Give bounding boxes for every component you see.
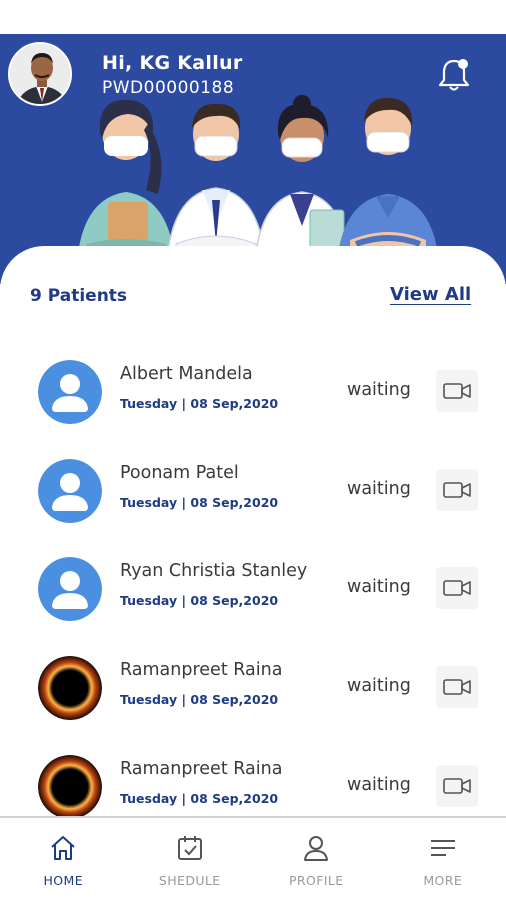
status-text: waiting bbox=[347, 676, 411, 696]
nav-item-home[interactable]: HOME bbox=[0, 818, 127, 900]
default-user-icon bbox=[38, 557, 102, 621]
eclipse-avatar-photo bbox=[38, 656, 102, 720]
notification-bell-icon[interactable] bbox=[436, 56, 472, 94]
video-call-icon[interactable] bbox=[436, 567, 478, 609]
video-call-icon[interactable] bbox=[436, 666, 478, 708]
appointment-date: Tuesday | 08 Sep,2020 bbox=[120, 396, 279, 411]
nav-label-home: HOME bbox=[43, 873, 84, 888]
patient-count: 9 Patients bbox=[30, 286, 128, 306]
video-call-icon[interactable] bbox=[436, 765, 478, 807]
status-text: waiting bbox=[347, 577, 411, 597]
video-call-icon[interactable] bbox=[436, 370, 478, 412]
nav-item-profile[interactable]: PROFILE bbox=[253, 818, 380, 900]
patient-row[interactable]: Ramanpreet Raina Tuesday | 08 Sep,2020 w… bbox=[0, 745, 506, 816]
home-icon bbox=[47, 832, 79, 864]
nav-item-schedule[interactable]: SHEDULE bbox=[127, 818, 254, 900]
patients-panel: 9 Patients View All Albert Mandela Tuesd… bbox=[0, 246, 506, 816]
nav-label-profile: PROFILE bbox=[288, 873, 344, 888]
video-call-icon[interactable] bbox=[436, 469, 478, 511]
status-text: waiting bbox=[347, 380, 411, 400]
patient-name: Ramanpreet Raina bbox=[120, 660, 283, 680]
nav-label-schedule: SHEDULE bbox=[158, 873, 221, 888]
status-text: waiting bbox=[347, 479, 411, 499]
profile-icon bbox=[300, 832, 332, 864]
status-bar bbox=[0, 0, 506, 34]
default-user-icon bbox=[38, 459, 102, 523]
nav-label-more: MORE bbox=[423, 873, 463, 888]
appointment-date: Tuesday | 08 Sep,2020 bbox=[120, 495, 279, 510]
appointment-date: Tuesday | 08 Sep,2020 bbox=[120, 692, 279, 707]
eclipse-avatar-photo bbox=[38, 755, 102, 816]
appointment-date: Tuesday | 08 Sep,2020 bbox=[120, 593, 279, 608]
patient-row[interactable]: Albert Mandela Tuesday | 08 Sep,2020 wai… bbox=[0, 350, 506, 430]
patient-row[interactable]: Poonam Patel Tuesday | 08 Sep,2020 waiti… bbox=[0, 449, 506, 529]
patient-name: Ryan Christia Stanley bbox=[120, 561, 308, 581]
nav-item-more[interactable]: MORE bbox=[380, 818, 506, 900]
greeting-text: Hi, KG Kallur bbox=[102, 52, 243, 74]
view-all-link[interactable]: View All bbox=[390, 284, 471, 305]
bottom-navigation: HOME SHEDULE PROFILE MORE bbox=[0, 816, 506, 900]
default-user-icon bbox=[38, 360, 102, 424]
status-text: waiting bbox=[347, 775, 411, 795]
patient-row[interactable]: Ramanpreet Raina Tuesday | 08 Sep,2020 w… bbox=[0, 646, 506, 726]
menu-icon bbox=[427, 832, 459, 864]
patient-name: Albert Mandela bbox=[120, 364, 253, 384]
user-avatar[interactable] bbox=[8, 42, 72, 106]
calendar-icon bbox=[174, 832, 206, 864]
appointment-date: Tuesday | 08 Sep,2020 bbox=[120, 791, 279, 806]
patient-name: Ramanpreet Raina bbox=[120, 759, 283, 779]
patient-name: Poonam Patel bbox=[120, 463, 239, 483]
patient-row[interactable]: Ryan Christia Stanley Tuesday | 08 Sep,2… bbox=[0, 547, 506, 627]
